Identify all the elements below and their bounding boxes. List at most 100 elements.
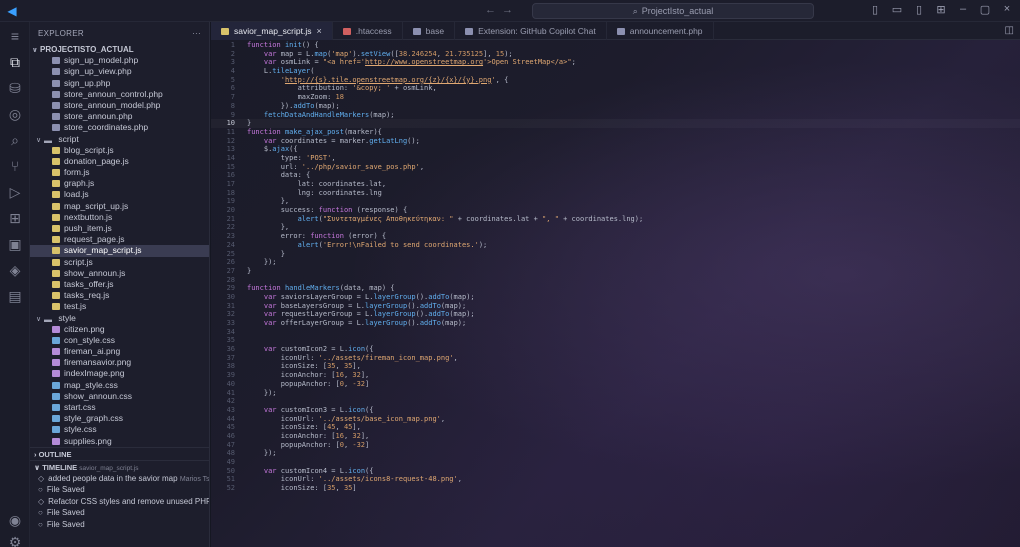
code-line[interactable]: 32 var requestLayerGroup = L.layerGroup(… (211, 310, 1020, 319)
code-line[interactable]: 25 } (211, 250, 1020, 259)
toggle-panel-icon[interactable]: ▭ (890, 3, 904, 16)
code-line[interactable]: 52 iconSize: [35, 35] (211, 484, 1020, 493)
extensions-icon[interactable]: ⊞ (0, 210, 30, 227)
minimize-icon[interactable]: – (956, 3, 970, 16)
code-line[interactable]: 7 maxZoom: 18 (211, 93, 1020, 102)
file-item[interactable]: donation_page.js (30, 156, 209, 167)
command-center-search[interactable]: ⌕ ProjectIsto_actual (532, 3, 814, 19)
code-line[interactable]: 5 'http://{s}.tile.openstreetmap.org/{z}… (211, 76, 1020, 85)
code-line[interactable]: 29 function handleMarkers(data, map) { (211, 284, 1020, 293)
nav-arrows-icon[interactable]: ←→ (485, 4, 519, 16)
close-tab-icon[interactable]: × (316, 22, 321, 40)
code-line[interactable]: 34 (211, 328, 1020, 337)
vscode-logo-icon[interactable]: ◀ (0, 4, 24, 18)
chat-icon[interactable]: ▤ (0, 288, 30, 305)
file-item[interactable]: graph.js (30, 178, 209, 189)
code-line[interactable]: 23 error: function (error) { (211, 232, 1020, 241)
run-debug-icon[interactable]: ▷ (0, 184, 30, 201)
code-line[interactable]: 13 $.ajax({ (211, 145, 1020, 154)
code-line[interactable]: 19 }, (211, 197, 1020, 206)
code-line[interactable]: 50 var customIcon4 = L.icon({ (211, 467, 1020, 476)
timeline-section[interactable]: ∨ TIMELINE savior_map_script.js (30, 459, 209, 473)
timeline-item[interactable]: ◇ Refactor CSS styles and remove unused P… (30, 496, 209, 508)
code-line[interactable]: 42 (211, 397, 1020, 406)
settings-gear-icon[interactable]: ⚙ (0, 534, 30, 547)
code-line[interactable]: 8 }).addTo(map); (211, 102, 1020, 111)
file-item[interactable]: test.js (30, 301, 209, 312)
maximize-icon[interactable]: ▢ (978, 3, 992, 16)
code-line[interactable]: 6 attribution: '&copy; ' + osmLink, (211, 84, 1020, 93)
file-item[interactable]: script.js (30, 257, 209, 268)
copilot-icon[interactable]: ◈ (0, 262, 30, 279)
code-line[interactable]: 16 data: { (211, 171, 1020, 180)
code-line[interactable]: 38 iconSize: [35, 35], (211, 362, 1020, 371)
code-line[interactable]: 18 lng: coordinates.lng (211, 189, 1020, 198)
code-line[interactable]: 30 var saviorsLayerGroup = L.layerGroup(… (211, 293, 1020, 302)
code-line[interactable]: 45 iconSize: [45, 45], (211, 423, 1020, 432)
code-line[interactable]: 17 lat: coordinates.lat, (211, 180, 1020, 189)
code-line[interactable]: 14 type: 'POST', (211, 154, 1020, 163)
editor-tab[interactable]: Extension: GitHub Copilot Chat (455, 22, 607, 40)
code-line[interactable]: 10} (211, 119, 1020, 128)
folder-style[interactable]: ∨ ▬ style (30, 313, 209, 324)
code-line[interactable]: 44 iconUrl: '../assets/base_icon_map.png… (211, 415, 1020, 424)
account-icon[interactable]: ◉ (0, 512, 30, 529)
code-line[interactable]: 49 (211, 458, 1020, 467)
file-item[interactable]: map_style.css (30, 380, 209, 391)
code-line[interactable]: 41 }); (211, 389, 1020, 398)
code-editor[interactable]: 1 function init() {2 var map = L.map('map… (211, 41, 1020, 493)
file-item[interactable]: load.js (30, 189, 209, 200)
outline-section[interactable]: › OUTLINE (30, 446, 209, 460)
file-item[interactable]: indexImage.png (30, 368, 209, 379)
timeline-item[interactable]: ○ File Saved (30, 484, 209, 496)
code-line[interactable]: 36 var customIcon2 = L.icon({ (211, 345, 1020, 354)
file-item[interactable]: store_announ_control.php (30, 89, 209, 100)
code-line[interactable]: 31 var baseLayersGroup = L.layerGroup().… (211, 302, 1020, 311)
editor-tab[interactable]: announcement.php (607, 22, 714, 40)
code-line[interactable]: 22 }, (211, 223, 1020, 232)
file-item[interactable]: nextbutton.js (30, 212, 209, 223)
github-icon[interactable]: ◎ (0, 106, 30, 123)
code-line[interactable]: 26 }); (211, 258, 1020, 267)
code-line[interactable]: 4 L.tileLayer( (211, 67, 1020, 76)
editor-tab[interactable]: base (403, 22, 456, 40)
code-line[interactable]: 35 (211, 336, 1020, 345)
code-line[interactable]: 51 iconUrl: '../assets/icons8-request-48… (211, 475, 1020, 484)
file-item[interactable]: start.css (30, 402, 209, 413)
code-line[interactable]: 24 alert('Error!\nFailed to send coordin… (211, 241, 1020, 250)
file-item[interactable]: tasks_req.js (30, 290, 209, 301)
timeline-item[interactable]: ○ File Saved (30, 519, 209, 531)
file-item[interactable]: request_page.js (30, 234, 209, 245)
editor-tab[interactable]: savior_map_script.js × (211, 22, 333, 40)
file-item[interactable]: sign_up.php (30, 78, 209, 89)
file-item[interactable]: show_announ.js (30, 268, 209, 279)
split-editor-icon[interactable]: ◫ (1005, 25, 1014, 36)
code-line[interactable]: 39 iconAnchor: [16, 32], (211, 371, 1020, 380)
file-item[interactable]: sign_up_model.php (30, 55, 209, 66)
code-line[interactable]: 3 var osmLink = "<a href='http://www.ope… (211, 58, 1020, 67)
folder-script[interactable]: ∨ ▬ script (30, 134, 209, 145)
editor-tab[interactable]: .htaccess (333, 22, 403, 40)
file-item[interactable]: supplies.png (30, 436, 209, 447)
file-item[interactable]: store_coordinates.php (30, 122, 209, 133)
code-line[interactable]: 33 var offerLayerGroup = L.layerGroup().… (211, 319, 1020, 328)
code-line[interactable]: 15 url: '../php/savior_save_pos.php', (211, 163, 1020, 172)
remote-explorer-icon[interactable]: ▣ (0, 236, 30, 253)
code-line[interactable]: 37 iconUrl: '../assets/fireman_icon_map.… (211, 354, 1020, 363)
file-item[interactable]: sign_up_view.php (30, 66, 209, 77)
code-line[interactable]: 46 iconAnchor: [16, 32], (211, 432, 1020, 441)
code-line[interactable]: 11 function make_ajax_post(marker){ (211, 128, 1020, 137)
code-line[interactable]: 21 alert("Συντεταγμένες Αποθηκεύτηκαν: "… (211, 215, 1020, 224)
file-item[interactable]: push_item.js (30, 223, 209, 234)
file-item[interactable]: style_graph.css (30, 413, 209, 424)
code-line[interactable]: 43 var customIcon3 = L.icon({ (211, 406, 1020, 415)
code-line[interactable]: 20 success: function (response) { (211, 206, 1020, 215)
customize-layout-icon[interactable]: ⊞ (934, 3, 948, 16)
file-item[interactable]: store_announ_model.php (30, 100, 209, 111)
file-item[interactable]: firemansavior.png (30, 357, 209, 368)
database-icon[interactable]: ⛁ (0, 80, 30, 97)
code-line[interactable]: 1 function init() { (211, 41, 1020, 50)
code-line[interactable]: 27} (211, 267, 1020, 276)
file-item[interactable]: savior_map_script.js (30, 245, 209, 257)
code-line[interactable]: 40 popupAnchor: [0, -32] (211, 380, 1020, 389)
